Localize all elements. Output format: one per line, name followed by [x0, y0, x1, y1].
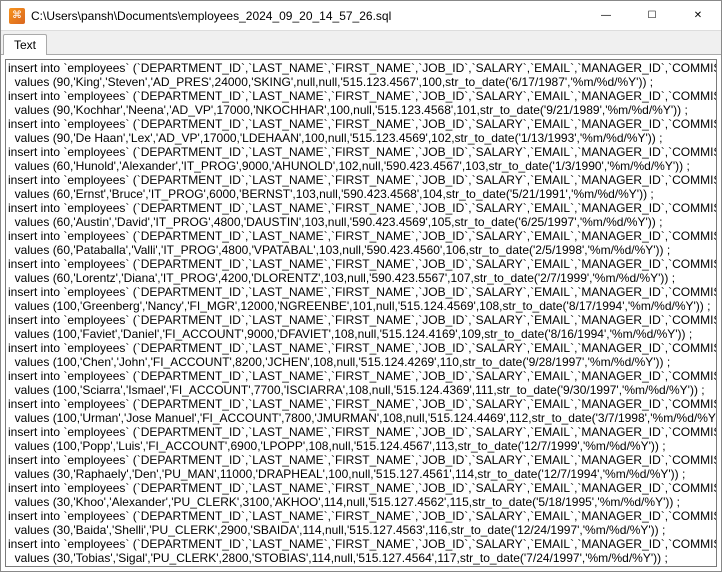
minimize-button[interactable]: —	[583, 1, 629, 30]
maximize-icon: ☐	[648, 10, 657, 21]
text-line: values (90,'King','Steven','AD_PRES',240…	[8, 75, 714, 89]
text-line: values (100,'Faviet','Daniel','FI_ACCOUN…	[8, 327, 714, 341]
text-line: values (90,'Kochhar','Neena','AD_VP',170…	[8, 103, 714, 117]
tab-bar: Text	[1, 31, 721, 55]
text-line: insert into `employees` (`DEPARTMENT_ID`…	[8, 173, 714, 187]
text-line: values (30,'Khoo','Alexander','PU_CLERK'…	[8, 495, 714, 509]
text-line: insert into `employees` (`DEPARTMENT_ID`…	[8, 341, 714, 355]
text-line: insert into `employees` (`DEPARTMENT_ID`…	[8, 61, 714, 75]
text-line: insert into `employees` (`DEPARTMENT_ID`…	[8, 537, 714, 551]
text-line: values (60,'Pataballa','Valli','IT_PROG'…	[8, 243, 714, 257]
text-line: values (100,'Urman','Jose Manuel','FI_AC…	[8, 411, 714, 425]
text-line: insert into `employees` (`DEPARTMENT_ID`…	[8, 89, 714, 103]
text-line: values (60,'Lorentz','Diana','IT_PROG',4…	[8, 271, 714, 285]
text-line: values (100,'Sciarra','Ismael','FI_ACCOU…	[8, 383, 714, 397]
tab-label: Text	[14, 38, 36, 52]
text-line: values (30,'Baida','Shelli','PU_CLERK',2…	[8, 523, 714, 537]
text-line: insert into `employees` (`DEPARTMENT_ID`…	[8, 201, 714, 215]
text-line: values (100,'Popp','Luis','FI_ACCOUNT',6…	[8, 439, 714, 453]
tab-text[interactable]: Text	[3, 34, 47, 55]
text-line: values (90,'De Haan','Lex','AD_VP',17000…	[8, 131, 714, 145]
text-line: insert into `employees` (`DEPARTMENT_ID`…	[8, 229, 714, 243]
text-area[interactable]: insert into `employees` (`DEPARTMENT_ID`…	[5, 59, 717, 567]
text-line: insert into `employees` (`DEPARTMENT_ID`…	[8, 117, 714, 131]
text-line: values (60,'Ernst','Bruce','IT_PROG',600…	[8, 187, 714, 201]
window-title: C:\Users\pansh\Documents\employees_2024_…	[31, 9, 583, 23]
text-line: values (60,'Austin','David','IT_PROG',48…	[8, 215, 714, 229]
window-controls: — ☐ ✕	[583, 1, 721, 30]
text-line: values (30,'Tobias','Sigal','PU_CLERK',2…	[8, 551, 714, 565]
text-line: insert into `employees` (`DEPARTMENT_ID`…	[8, 565, 714, 567]
text-line: insert into `employees` (`DEPARTMENT_ID`…	[8, 145, 714, 159]
text-line: insert into `employees` (`DEPARTMENT_ID`…	[8, 369, 714, 383]
text-line: insert into `employees` (`DEPARTMENT_ID`…	[8, 481, 714, 495]
close-button[interactable]: ✕	[675, 1, 721, 30]
content-wrapper: insert into `employees` (`DEPARTMENT_ID`…	[1, 55, 721, 571]
app-icon: ⌘	[9, 8, 25, 24]
text-line: insert into `employees` (`DEPARTMENT_ID`…	[8, 425, 714, 439]
close-icon: ✕	[694, 10, 702, 21]
window-titlebar: ⌘ C:\Users\pansh\Documents\employees_202…	[1, 1, 721, 31]
text-line: insert into `employees` (`DEPARTMENT_ID`…	[8, 509, 714, 523]
text-line: values (100,'Chen','John','FI_ACCOUNT',8…	[8, 355, 714, 369]
minimize-icon: —	[601, 10, 611, 21]
text-line: values (100,'Greenberg','Nancy','FI_MGR'…	[8, 299, 714, 313]
text-line: insert into `employees` (`DEPARTMENT_ID`…	[8, 397, 714, 411]
maximize-button[interactable]: ☐	[629, 1, 675, 30]
text-line: insert into `employees` (`DEPARTMENT_ID`…	[8, 313, 714, 327]
text-line: insert into `employees` (`DEPARTMENT_ID`…	[8, 285, 714, 299]
text-line: values (30,'Raphaely','Den','PU_MAN',110…	[8, 467, 714, 481]
text-line: insert into `employees` (`DEPARTMENT_ID`…	[8, 257, 714, 271]
text-line: insert into `employees` (`DEPARTMENT_ID`…	[8, 453, 714, 467]
text-line: values (60,'Hunold','Alexander','IT_PROG…	[8, 159, 714, 173]
